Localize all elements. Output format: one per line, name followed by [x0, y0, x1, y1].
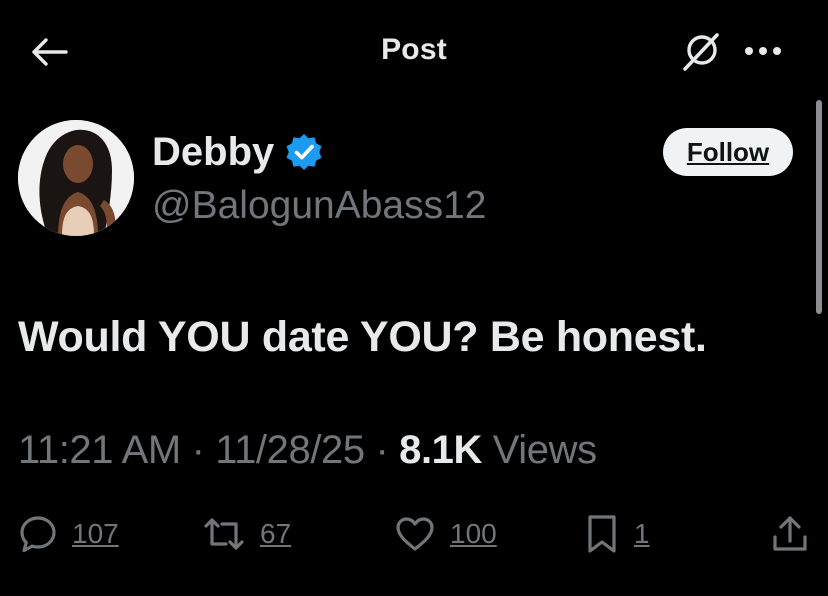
meta-separator: · — [191, 428, 205, 472]
display-name[interactable]: Debby — [152, 128, 274, 176]
avatar[interactable] — [18, 120, 134, 236]
repost-icon — [204, 518, 244, 550]
post-text: Would YOU date YOU? Be honest. — [18, 313, 707, 361]
like-button[interactable]: 100 — [394, 512, 497, 556]
views-count[interactable]: 8.1K — [399, 428, 482, 472]
grok-button[interactable] — [676, 28, 726, 74]
reply-icon — [20, 516, 56, 553]
like-count[interactable]: 100 — [450, 518, 497, 550]
meta-separator: · — [375, 428, 389, 472]
grok-icon — [683, 33, 719, 71]
reply-count[interactable]: 107 — [72, 518, 119, 550]
profile-photo — [18, 120, 134, 236]
repost-count[interactable]: 67 — [260, 518, 291, 550]
verified-badge-icon — [284, 132, 324, 172]
share-icon — [773, 516, 807, 551]
scrollbar[interactable] — [816, 100, 822, 314]
bookmark-button[interactable]: 1 — [584, 512, 650, 556]
post-date[interactable]: 11/28/25 — [215, 428, 365, 472]
author-name-row: Debby — [152, 128, 324, 176]
more-options-button[interactable] — [740, 34, 786, 68]
reply-button[interactable]: 107 — [18, 512, 119, 556]
post-meta: 11:21 AM · 11/28/25 · 8.1K Views — [18, 424, 597, 476]
bookmark-icon — [588, 515, 616, 553]
follow-button[interactable]: Follow — [663, 128, 793, 176]
post-time[interactable]: 11:21 AM — [18, 428, 181, 472]
repost-button[interactable]: 67 — [202, 512, 291, 556]
top-bar: Post — [0, 0, 828, 100]
views-label[interactable]: Views — [493, 428, 597, 472]
bookmark-count[interactable]: 1 — [634, 518, 650, 550]
heart-icon — [396, 517, 434, 551]
more-horizontal-icon — [745, 47, 781, 55]
author-handle[interactable]: @BalogunAbass12 — [152, 182, 487, 230]
share-button[interactable] — [770, 512, 810, 556]
post-screen: Post Debby @BalogunAbass12 Follow Would … — [0, 0, 828, 596]
